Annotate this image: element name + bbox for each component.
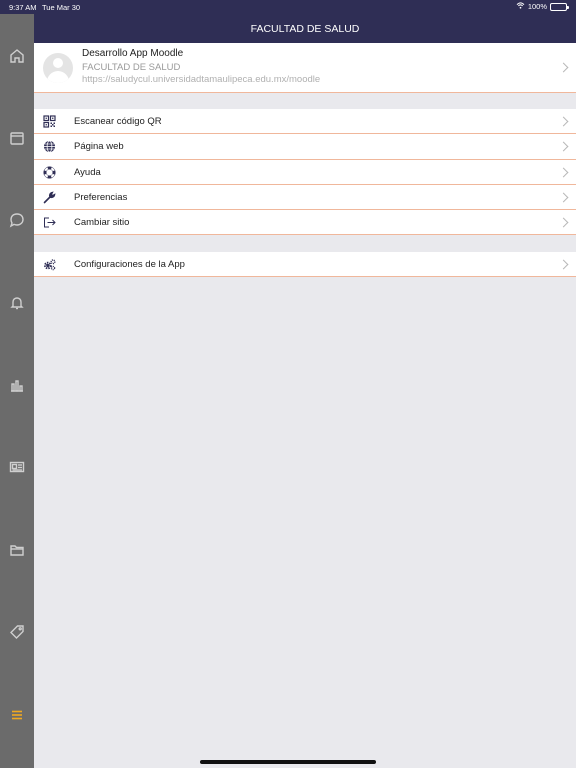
globe-icon bbox=[43, 140, 56, 153]
menu-item-label: Configuraciones de la App bbox=[74, 259, 185, 270]
menu-item-app-settings[interactable]: Configuraciones de la App bbox=[34, 252, 576, 278]
menu-item-label: Cambiar sitio bbox=[74, 217, 130, 229]
user-profile-item[interactable]: Desarrollo App Moodle FACULTAD DE SALUD … bbox=[34, 43, 576, 93]
lifebuoy-icon bbox=[43, 166, 56, 179]
bell-icon[interactable] bbox=[7, 293, 27, 313]
menu-icon[interactable] bbox=[7, 705, 27, 725]
chevron-right-icon bbox=[558, 116, 569, 127]
chevron-right-icon bbox=[558, 141, 569, 152]
main-menu: Escanear código QR Página web Ayuda Pref… bbox=[34, 109, 576, 236]
menu-item-label: Ayuda bbox=[74, 166, 101, 178]
status-right: 100% bbox=[516, 2, 569, 11]
menu-item-label: Preferencias bbox=[74, 191, 128, 203]
battery-icon bbox=[550, 2, 569, 11]
status-bar: 9:37 AM Tue Mar 30 100% bbox=[0, 0, 576, 14]
user-name: Desarrollo App Moodle bbox=[82, 48, 184, 59]
status-time: 9:37 AM bbox=[9, 3, 37, 12]
page-title: FACULTAD DE SALUD bbox=[250, 22, 360, 35]
menu-item-scan-qr[interactable]: Escanear código QR bbox=[34, 109, 576, 135]
menu-item-label: Escanear código QR bbox=[74, 116, 162, 127]
status-date: Tue Mar 30 bbox=[42, 3, 81, 12]
wifi-icon bbox=[516, 2, 525, 11]
menu-item-website[interactable]: Página web bbox=[34, 134, 576, 160]
chevron-right-icon bbox=[558, 259, 569, 270]
chevron-right-icon bbox=[558, 192, 569, 203]
page-header: FACULTAD DE SALUD bbox=[34, 14, 576, 43]
sidebar bbox=[0, 14, 34, 768]
folder-icon[interactable] bbox=[7, 540, 27, 560]
grades-icon[interactable] bbox=[7, 375, 27, 395]
site-name: FACULTAD DE SALUD bbox=[82, 62, 181, 73]
home-indicator[interactable] bbox=[200, 760, 376, 764]
qr-code-icon bbox=[43, 115, 56, 128]
gears-icon bbox=[43, 258, 56, 271]
battery-percent: 100% bbox=[527, 2, 547, 11]
menu-item-change-site[interactable]: Cambiar sitio bbox=[34, 210, 576, 236]
tag-icon[interactable] bbox=[7, 622, 27, 642]
avatar bbox=[43, 53, 73, 83]
menu-item-label: Página web bbox=[74, 141, 124, 153]
sign-out-icon bbox=[43, 216, 56, 229]
chevron-right-icon bbox=[558, 62, 569, 73]
calendar-icon[interactable] bbox=[7, 128, 27, 148]
main-content: Desarrollo App Moodle FACULTAD DE SALUD … bbox=[34, 43, 576, 768]
site-url: https://saludycul.universidadtamaulipeca… bbox=[82, 74, 321, 85]
wrench-icon bbox=[43, 191, 56, 204]
home-icon[interactable] bbox=[7, 46, 27, 66]
chat-icon[interactable] bbox=[7, 210, 27, 230]
menu-item-help[interactable]: Ayuda bbox=[34, 160, 576, 185]
chevron-right-icon bbox=[558, 167, 569, 178]
settings-menu: Configuraciones de la App bbox=[34, 252, 576, 278]
news-icon[interactable] bbox=[7, 457, 27, 477]
menu-item-preferences[interactable]: Preferencias bbox=[34, 185, 576, 211]
chevron-right-icon bbox=[558, 217, 569, 228]
